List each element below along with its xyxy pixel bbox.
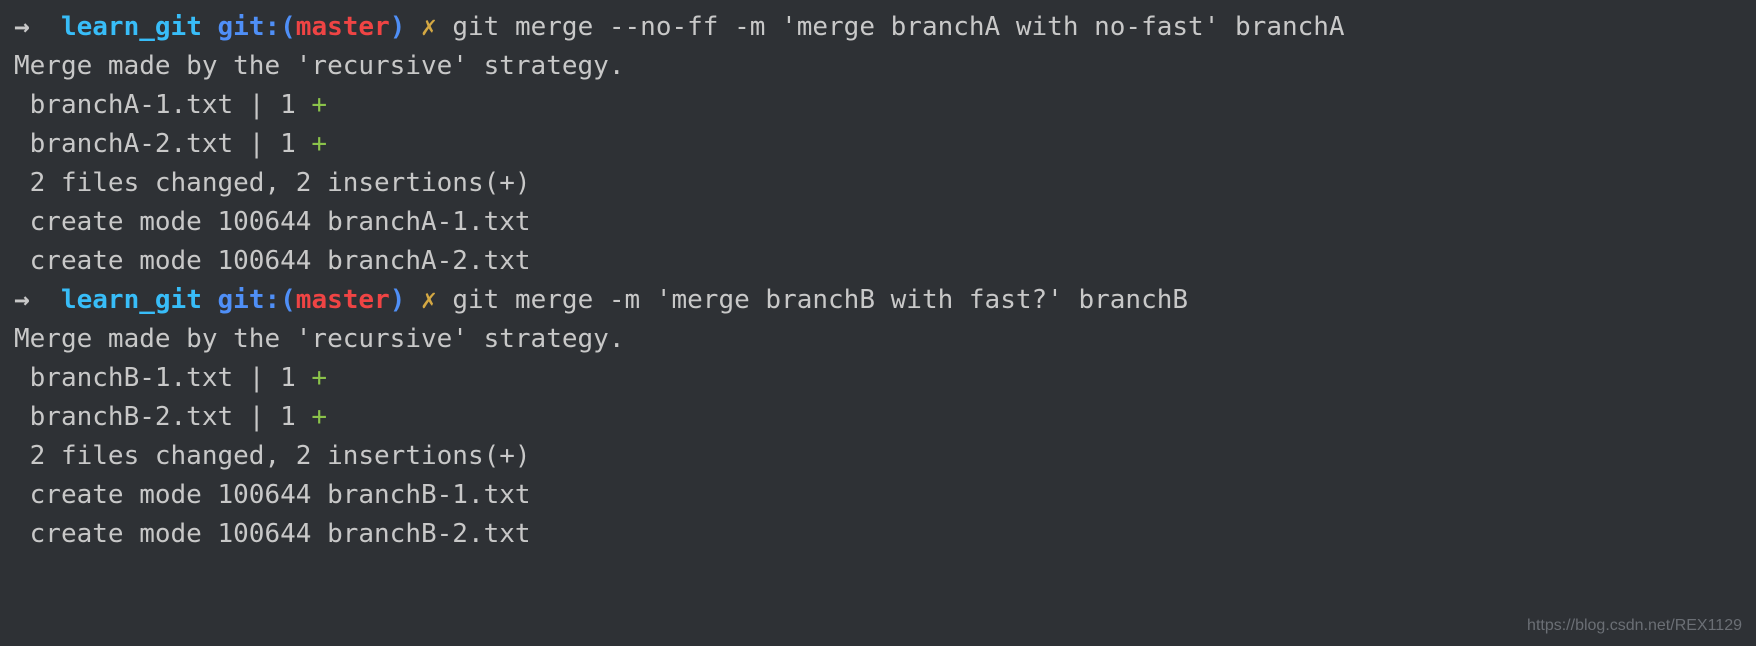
- git-close: ): [390, 12, 406, 42]
- terminal-output: → learn_git git:(master) ✗ git merge --n…: [14, 8, 1742, 554]
- output-create: create mode 100644 branchA-2.txt: [14, 242, 1742, 281]
- prompt-dir: learn_git: [61, 12, 202, 42]
- prompt-dir: learn_git: [61, 285, 202, 315]
- output-summary: 2 files changed, 2 insertions(+): [14, 437, 1742, 476]
- output-file: branchB-2.txt | 1 +: [14, 398, 1742, 437]
- plus-icon: +: [311, 402, 327, 432]
- output-file: branchA-2.txt | 1 +: [14, 125, 1742, 164]
- git-branch: master: [296, 12, 390, 42]
- git-branch: master: [296, 285, 390, 315]
- file-name: branchA-1.txt | 1: [14, 90, 311, 120]
- git-label: git:(: [218, 285, 296, 315]
- plus-icon: +: [311, 90, 327, 120]
- output-create: create mode 100644 branchA-1.txt: [14, 203, 1742, 242]
- output-file: branchB-1.txt | 1 +: [14, 359, 1742, 398]
- dirty-icon: ✗: [421, 12, 437, 42]
- prompt-arrow: →: [14, 285, 30, 315]
- dirty-icon: ✗: [421, 285, 437, 315]
- output-create: create mode 100644 branchB-2.txt: [14, 515, 1742, 554]
- prompt-line[interactable]: → learn_git git:(master) ✗ git merge -m …: [14, 281, 1742, 320]
- prompt-line[interactable]: → learn_git git:(master) ✗ git merge --n…: [14, 8, 1742, 47]
- file-name: branchA-2.txt | 1: [14, 129, 311, 159]
- command-text: git merge -m 'merge branchB with fast?' …: [452, 285, 1188, 315]
- output-create: create mode 100644 branchB-1.txt: [14, 476, 1742, 515]
- file-name: branchB-2.txt | 1: [14, 402, 311, 432]
- output-strategy: Merge made by the 'recursive' strategy.: [14, 320, 1742, 359]
- output-strategy: Merge made by the 'recursive' strategy.: [14, 47, 1742, 86]
- prompt-arrow: →: [14, 12, 30, 42]
- command-text: git merge --no-ff -m 'merge branchA with…: [452, 12, 1344, 42]
- plus-icon: +: [311, 129, 327, 159]
- watermark: https://blog.csdn.net/REX1129: [1527, 614, 1742, 638]
- output-file: branchA-1.txt | 1 +: [14, 86, 1742, 125]
- plus-icon: +: [311, 363, 327, 393]
- git-close: ): [390, 285, 406, 315]
- git-label: git:(: [218, 12, 296, 42]
- output-summary: 2 files changed, 2 insertions(+): [14, 164, 1742, 203]
- file-name: branchB-1.txt | 1: [14, 363, 311, 393]
